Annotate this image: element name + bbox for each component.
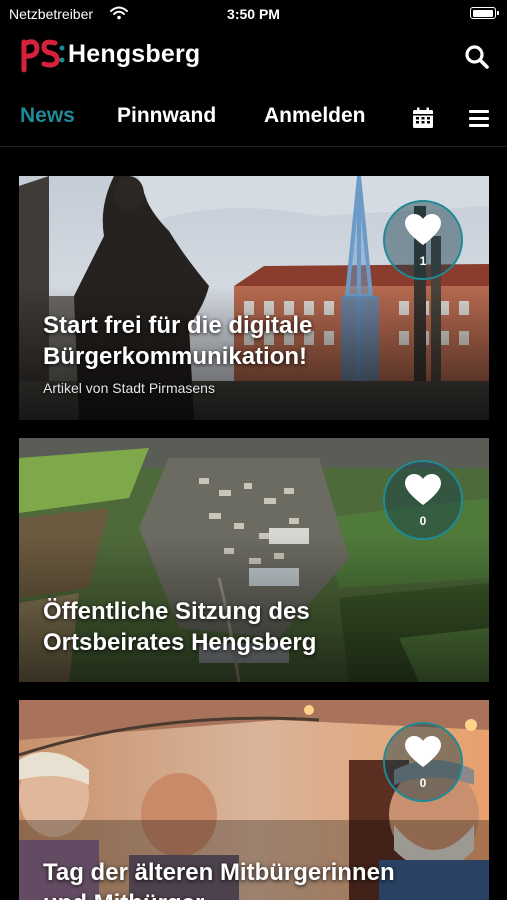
article-title: Tag der älteren Mitbürgerinnen und Mitbü… bbox=[43, 859, 395, 900]
article-title: Öffentliche Sitzung des Ortsbeirates Hen… bbox=[43, 598, 317, 656]
battery-level bbox=[472, 9, 493, 17]
calendar-icon bbox=[413, 107, 433, 128]
article-card[interactable]: Start frei für die digitale Bürgerkommun… bbox=[19, 176, 489, 420]
pirmasens-logo-icon bbox=[21, 39, 65, 73]
menu-button[interactable] bbox=[468, 106, 492, 130]
like-button[interactable]: 1 bbox=[383, 200, 463, 280]
like-button[interactable]: 0 bbox=[383, 460, 463, 540]
app-name: Hengsberg bbox=[68, 39, 201, 68]
clock: 3:50 PM bbox=[227, 6, 280, 22]
article-subtitle: Artikel von Stadt Pirmasens bbox=[43, 380, 215, 396]
article-title: Start frei für die digitale Bürgerkommun… bbox=[43, 312, 313, 370]
article-card[interactable]: Tag der älteren Mitbürgerinnen und Mitbü… bbox=[19, 700, 489, 900]
battery-icon bbox=[470, 7, 499, 19]
tab-news[interactable]: News bbox=[20, 104, 75, 128]
calendar-button[interactable] bbox=[411, 106, 435, 130]
search-icon bbox=[465, 45, 489, 69]
search-button[interactable] bbox=[462, 42, 492, 72]
article-card[interactable]: Öffentliche Sitzung des Ortsbeirates Hen… bbox=[19, 438, 489, 682]
app-logo[interactable]: Hengsberg bbox=[20, 32, 200, 76]
tab-anmelden[interactable]: Anmelden bbox=[264, 104, 366, 128]
like-count: 1 bbox=[419, 254, 427, 268]
status-bar: Netzbetreiber 3:50 PM bbox=[0, 0, 507, 26]
like-count: 0 bbox=[419, 514, 427, 528]
heart-icon bbox=[405, 214, 441, 245]
menu-icon bbox=[469, 110, 489, 127]
heart-icon bbox=[405, 474, 441, 505]
heart-icon bbox=[405, 736, 441, 767]
like-button[interactable]: 0 bbox=[383, 722, 463, 802]
tab-bar: News Pinnwand Anmelden bbox=[0, 90, 507, 147]
app-header: Hengsberg bbox=[0, 26, 507, 82]
tab-pinnwand[interactable]: Pinnwand bbox=[117, 104, 216, 128]
like-count: 0 bbox=[419, 776, 427, 790]
